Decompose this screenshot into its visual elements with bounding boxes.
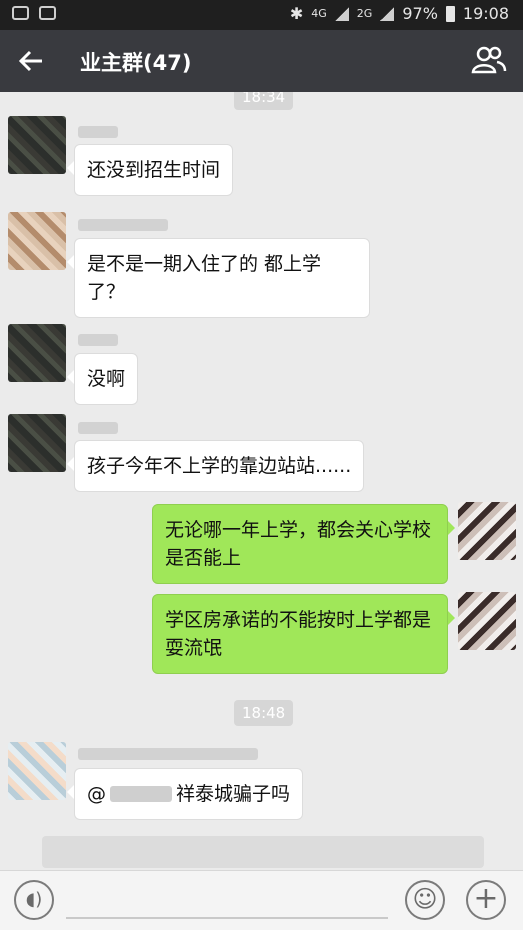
chat-header: 业主群(47) (0, 30, 523, 92)
message-bubble[interactable]: @ 祥泰城骗子吗 (66, 768, 304, 820)
sender-name-blurred (78, 748, 258, 760)
mention-name-blurred (110, 786, 172, 802)
message-bubble-own[interactable]: 无论哪一年上学，都会关心学校是否能上 (152, 504, 455, 584)
network-label: 4G (311, 7, 327, 20)
message-bubble[interactable]: 没啊 (66, 353, 139, 405)
sender-name-blurred (78, 422, 118, 434)
sender-name-blurred (78, 334, 118, 346)
status-bar: ✱ 4G 2G 97% 19:08 (0, 0, 523, 30)
group-title: 业主群(47) (80, 51, 192, 75)
signal-icon (334, 6, 349, 21)
avatar[interactable] (8, 742, 66, 800)
message-text: 祥泰城骗子吗 (176, 783, 291, 805)
timestamp: 18:48 (234, 700, 294, 726)
back-arrow-icon[interactable] (16, 46, 46, 76)
voice-icon[interactable]: ◖) (14, 880, 54, 920)
avatar[interactable] (8, 212, 66, 270)
avatar[interactable] (8, 324, 66, 382)
system-notice-blurred (42, 836, 484, 868)
avatar[interactable] (8, 116, 66, 174)
sender-name-blurred (78, 219, 168, 231)
message-bubble[interactable]: 还没到招生时间 (66, 144, 234, 196)
people-icon[interactable] (471, 44, 507, 76)
message-bubble[interactable]: 孩子今年不上学的靠边站站...... (66, 440, 365, 492)
input-bar: ◖) ☺ + (0, 870, 523, 930)
message-input[interactable] (66, 917, 388, 919)
message-notification-icon (12, 6, 29, 20)
bluetooth-icon: ✱ (289, 4, 304, 23)
emoji-icon[interactable]: ☺ (405, 880, 445, 920)
avatar[interactable] (8, 414, 66, 472)
battery-percent: 97% (402, 4, 438, 23)
clock: 19:08 (462, 4, 509, 23)
battery-icon (445, 5, 455, 22)
message-bubble[interactable]: 是不是一期入住了的 都上学了？ (67, 238, 370, 318)
avatar-own[interactable] (458, 592, 516, 650)
signal-icon-2 (380, 6, 395, 21)
timestamp: 18:34 (234, 92, 294, 110)
sender-name-blurred (78, 126, 118, 138)
plus-icon[interactable]: + (466, 880, 506, 920)
chat-area[interactable]: 18:34 还没到招生时间 是不是一期入住了的 都上学了？ 没啊 孩子今年不上学… (0, 92, 523, 870)
avatar-own[interactable] (458, 502, 516, 560)
app-notification-icon (39, 6, 56, 20)
network-label-2: 2G (356, 7, 373, 20)
message-bubble-own[interactable]: 学区房承诺的不能按时上学都是耍流氓 (152, 594, 455, 674)
mention-at: @ (87, 783, 106, 805)
